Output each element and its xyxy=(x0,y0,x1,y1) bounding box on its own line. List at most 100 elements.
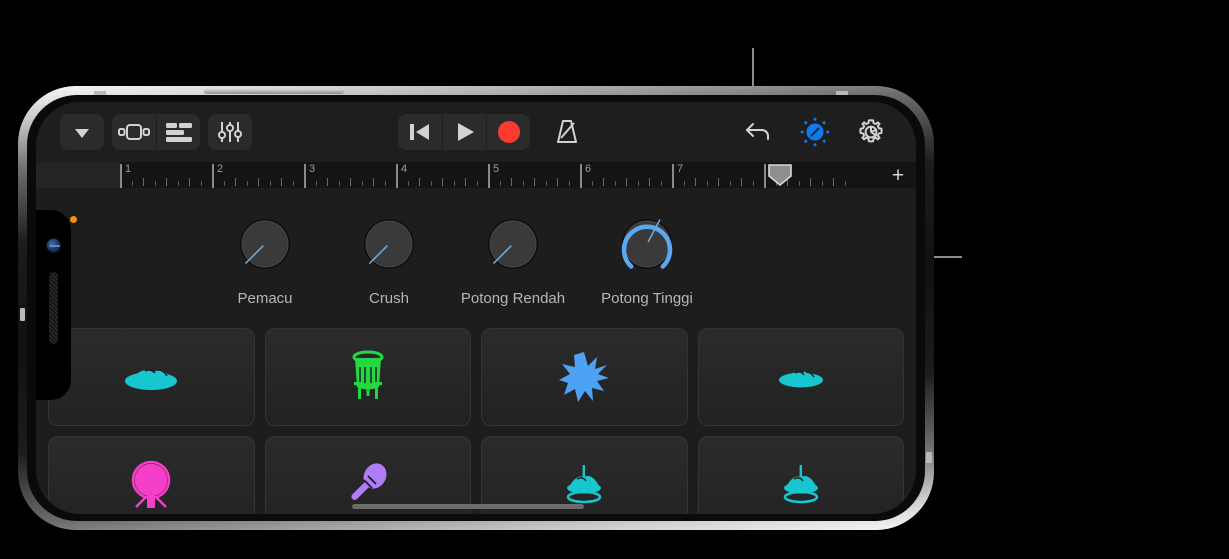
ruler-minor-tick xyxy=(500,181,501,186)
pad-row xyxy=(48,436,904,514)
knob-dial[interactable] xyxy=(233,212,297,276)
pad-gong[interactable] xyxy=(48,436,255,514)
tracks-list-icon xyxy=(165,121,193,143)
ruler-minor-tick xyxy=(477,181,478,186)
rewind-button[interactable] xyxy=(398,114,442,150)
front-camera-icon xyxy=(46,238,61,253)
fx-button[interactable] xyxy=(792,114,838,150)
knob-dial[interactable] xyxy=(615,212,679,276)
ruler-minor-tick xyxy=(270,181,271,186)
add-section-button[interactable]: + xyxy=(886,164,910,186)
screenshot-root: 12345678 + Pemacu Crush Potong Rendah Poton… xyxy=(0,0,1229,559)
undo-button[interactable] xyxy=(736,114,782,150)
cymbal-icon xyxy=(121,357,181,397)
device-notch xyxy=(36,210,71,400)
ruler-bar-3: 3 xyxy=(304,162,396,188)
ruler-minor-tick xyxy=(626,178,627,186)
ruler-minor-tick xyxy=(143,178,144,186)
browser-button[interactable] xyxy=(112,114,156,150)
ruler-bar-6: 6 xyxy=(580,162,672,188)
ruler-minor-tick xyxy=(166,178,167,186)
ruler-minor-tick xyxy=(281,178,282,186)
tracks-button[interactable] xyxy=(156,114,200,150)
rewind-icon xyxy=(407,121,433,143)
ruler-major-tick xyxy=(396,164,398,188)
ruler-major-tick xyxy=(120,164,122,188)
device-antenna-band-left xyxy=(20,308,25,321)
ruler-minor-tick xyxy=(833,178,834,186)
knob-potong-tinggi[interactable]: Potong Tinggi xyxy=(593,212,701,307)
toolbar-mixer-group xyxy=(208,114,252,150)
pad-hihat-open-1[interactable] xyxy=(481,436,688,514)
record-button[interactable] xyxy=(486,114,530,150)
hihat-open-icon xyxy=(559,463,609,507)
ruler-minor-tick xyxy=(523,181,524,186)
drum-pad-grid xyxy=(36,328,916,514)
ruler-minor-tick xyxy=(810,178,811,186)
ruler-bar-number: 7 xyxy=(677,163,684,175)
ruler-minor-tick xyxy=(557,178,558,186)
faders-icon xyxy=(217,120,243,144)
ruler-minor-tick xyxy=(615,181,616,186)
ruler-minor-tick xyxy=(546,181,547,186)
knob-crush[interactable]: Crush xyxy=(335,212,443,307)
ruler-minor-tick xyxy=(258,178,259,186)
pad-maraca[interactable] xyxy=(264,436,471,514)
play-button[interactable] xyxy=(442,114,486,150)
maraca-icon xyxy=(344,461,392,509)
playhead-marker[interactable] xyxy=(768,164,792,187)
starburst-icon xyxy=(559,352,610,402)
ruler-minor-tick xyxy=(339,181,340,186)
ruler-bar-4: 4 xyxy=(396,162,488,188)
ruler-bar-1: 1 xyxy=(120,162,212,188)
ruler-major-tick xyxy=(304,164,306,188)
ruler-major-tick xyxy=(764,164,766,188)
ruler-minor-tick xyxy=(247,181,248,186)
knob-potong-rendah[interactable]: Potong Rendah xyxy=(459,212,567,307)
fx-knob-icon xyxy=(799,116,831,148)
ruler-minor-tick xyxy=(293,181,294,186)
knob-pemacu[interactable]: Pemacu xyxy=(211,212,319,307)
recording-status-indicator xyxy=(70,216,77,223)
pad-row xyxy=(48,328,904,426)
toolbar-transport-group xyxy=(398,114,530,150)
ruler-minor-tick xyxy=(695,178,696,186)
ruler-minor-tick xyxy=(465,178,466,186)
ruler-bar-number: 4 xyxy=(401,163,408,175)
ruler-minor-tick xyxy=(408,181,409,186)
pad-hihat-closed[interactable] xyxy=(697,328,904,426)
gear-icon xyxy=(856,117,886,147)
timeline-ruler[interactable]: 12345678 + xyxy=(36,162,916,188)
ruler-bar-number: 1 xyxy=(125,163,132,175)
settings-button[interactable] xyxy=(848,114,894,150)
ruler-minor-tick xyxy=(178,181,179,186)
pad-clap-burst[interactable] xyxy=(481,328,688,426)
undo-icon xyxy=(745,119,773,145)
ruler-major-tick xyxy=(488,164,490,188)
ruler-major-tick xyxy=(580,164,582,188)
ruler-bar-7: 7 xyxy=(672,162,764,188)
ruler-minor-tick xyxy=(730,181,731,186)
navigation-chevron-button[interactable] xyxy=(60,114,104,150)
ruler-minor-tick xyxy=(373,178,374,186)
ruler-minor-tick xyxy=(442,178,443,186)
knob-label: Pemacu xyxy=(237,290,293,307)
knob-label: Crush xyxy=(368,290,409,307)
iphone-device-frame: 12345678 + Pemacu Crush Potong Rendah Poton… xyxy=(18,86,934,530)
ruler-minor-tick xyxy=(822,181,823,186)
pad-conga-drum[interactable] xyxy=(264,328,471,426)
app-toolbar xyxy=(36,102,916,162)
horizontal-scroll-indicator[interactable] xyxy=(352,504,584,509)
knob-label: Potong Rendah xyxy=(460,290,566,307)
knob-dial[interactable] xyxy=(357,212,421,276)
metronome-button[interactable] xyxy=(544,114,590,150)
gong-icon xyxy=(128,460,174,510)
mixer-button[interactable] xyxy=(208,114,252,150)
ruler-minor-tick xyxy=(201,181,202,186)
ruler-minor-tick xyxy=(845,181,846,186)
ruler-minor-tick xyxy=(224,181,225,186)
pad-hihat-open-2[interactable] xyxy=(697,436,904,514)
pad-cymbal-crash[interactable] xyxy=(48,328,255,426)
ruler-minor-tick xyxy=(350,178,351,186)
knob-dial[interactable] xyxy=(481,212,545,276)
